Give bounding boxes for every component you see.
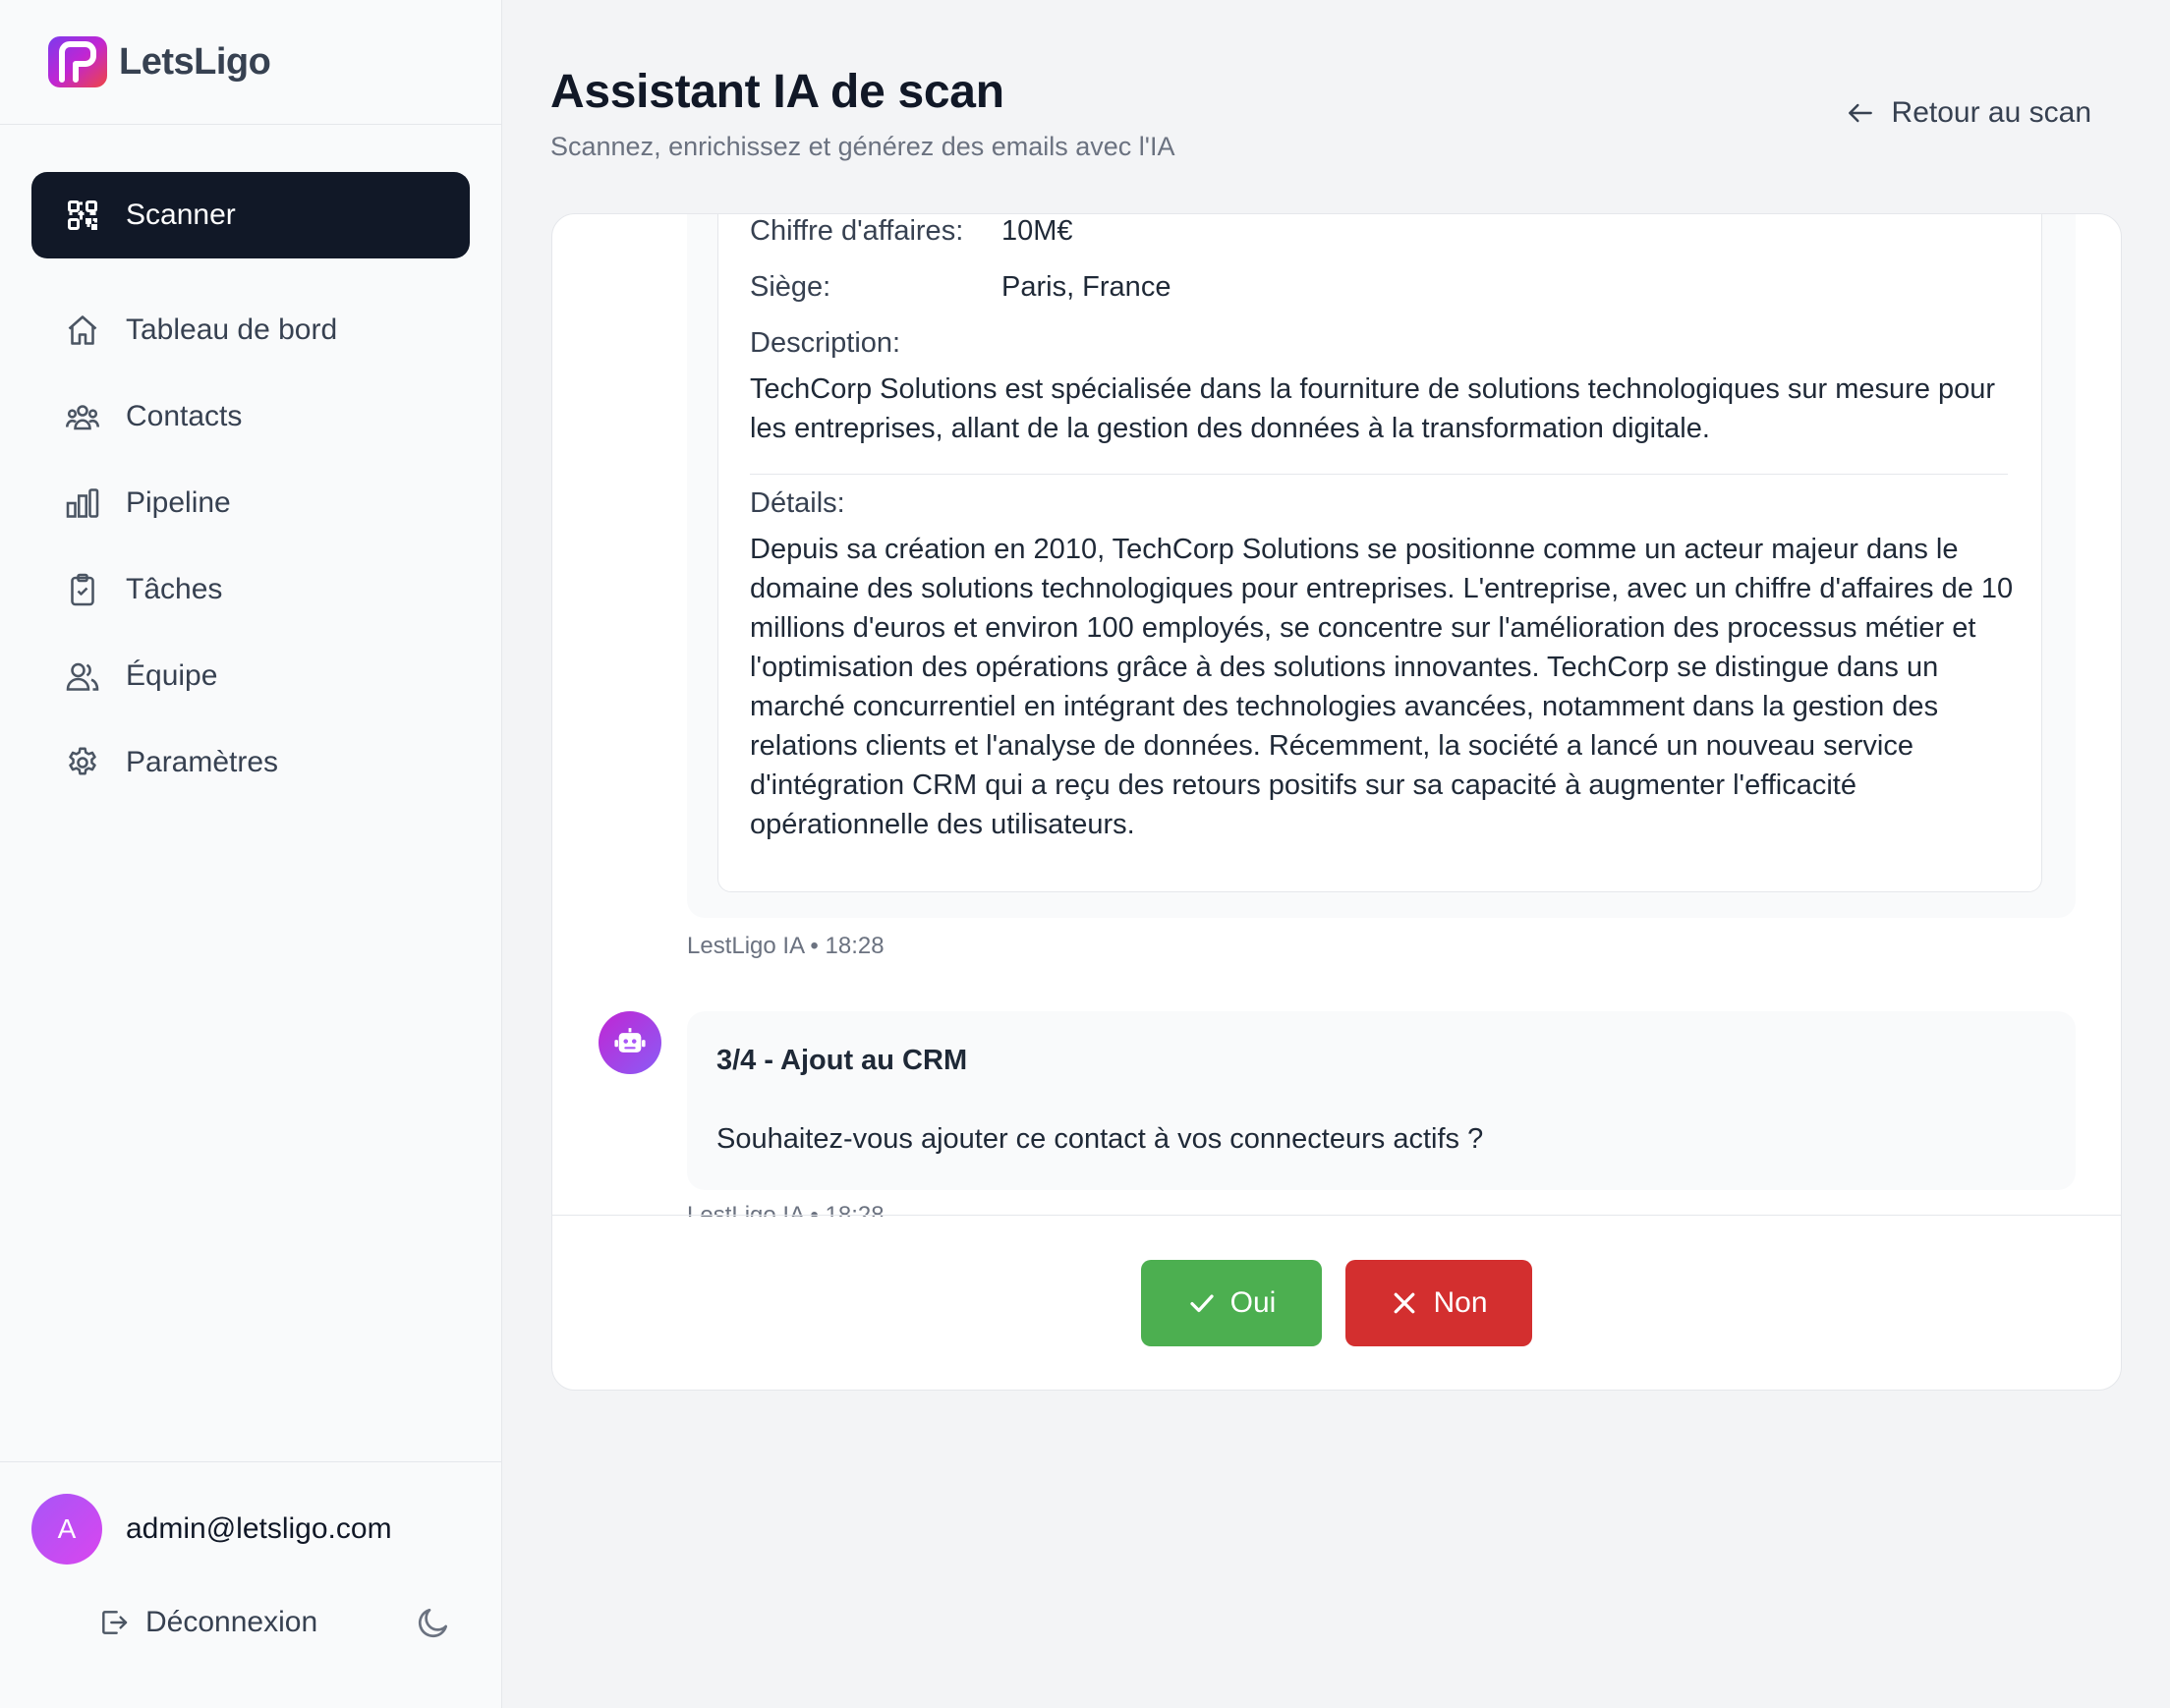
clipboard-check-icon [71,573,94,606]
logout-label: Déconnexion [145,1606,318,1638]
logout-button[interactable]: Déconnexion [98,1606,317,1639]
letsligo-logo-icon [48,36,107,87]
close-icon [1395,1292,1415,1313]
brand[interactable]: LetsLigo [0,0,501,125]
sidebar-item-scanner[interactable]: Scanner [31,172,470,258]
sidebar-item-team[interactable]: Équipe [31,633,470,719]
logout-icon [102,1611,128,1634]
home-icon [68,315,97,345]
sidebar-footer: A admin@letsligo.com Déconnexion [0,1461,501,1708]
assistant-message: 3/4 - Ajout au CRM Souhaitez-vous ajoute… [687,1011,2076,1190]
sidebar-item-label: Tâches [126,573,223,605]
company-info-card: Chiffre d'affaires: 10M€ Siège: Paris, F… [717,214,2042,892]
hq-value: Paris, France [1001,271,1171,303]
divider [750,474,2008,475]
chat-panel: Chiffre d'affaires: 10M€ Siège: Paris, F… [551,213,2122,1391]
sidebar-item-pipeline[interactable]: Pipeline [31,460,470,546]
sidebar-item-label: Pipeline [126,486,231,519]
brand-name: LetsLigo [119,40,271,83]
bot-avatar [599,1011,661,1074]
user-email: admin@letsligo.com [126,1512,392,1545]
revenue-row: Chiffre d'affaires: 10M€ [750,215,1073,248]
details-text: Depuis sa création en 2010, TechCorp Sol… [750,534,2014,840]
gear-icon [69,747,96,775]
sidebar-item-label: Équipe [126,659,218,692]
moon-icon[interactable] [415,1604,452,1641]
yes-button[interactable]: Oui [1141,1259,1322,1346]
back-to-scan-label: Retour au scan [1891,96,2091,129]
user-profile[interactable]: A admin@letsligo.com [0,1462,501,1565]
description-label: Description: [750,327,901,359]
page-title: Assistant IA de scan [550,66,1004,118]
back-to-scan-link[interactable]: Retour au scan [1845,96,2091,130]
check-icon [1190,1294,1214,1312]
message-text: Souhaitez-vous ajouter ce contact à vos … [716,1123,1484,1155]
hq-row: Siège: Paris, France [750,271,1171,304]
users-icon [65,405,100,430]
avatar: A [31,1494,102,1565]
chat-messages[interactable]: Chiffre d'affaires: 10M€ Siège: Paris, F… [552,214,2121,1217]
yes-label: Oui [1229,1285,1277,1319]
sidebar-item-contacts[interactable]: Contacts [31,373,470,460]
description-text: TechCorp Solutions est spécialisée dans … [750,373,1996,444]
sidebar-item-label: Tableau de bord [126,313,338,346]
no-label: Non [1433,1285,1488,1319]
sidebar-item-label: Scanner [126,199,236,231]
revenue-label: Chiffre d'affaires: [750,215,964,247]
message-title: 3/4 - Ajout au CRM [716,1045,968,1076]
arrow-left-icon [1848,103,1872,123]
sidebar-item-settings[interactable]: Paramètres [31,719,470,806]
details-label: Détails: [750,487,845,519]
sidebar-nav: Scanner Tableau de bord Contacts Pipelin… [0,125,501,806]
chat-actions: Oui Non [552,1215,2121,1390]
revenue-value: 10M€ [1001,215,1073,247]
team-icon [66,662,99,691]
robot-icon [614,1028,646,1053]
sidebar-item-tasks[interactable]: Tâches [31,546,470,633]
sidebar-item-dashboard[interactable]: Tableau de bord [31,287,470,373]
sidebar: LetsLigo Scanner Tableau de bord Contact [0,0,502,1708]
sidebar-item-label: Paramètres [126,746,279,778]
main-content: Assistant IA de scan Scannez, enrichisse… [503,0,2170,1708]
bar-chart-icon [66,488,99,518]
no-button[interactable]: Non [1345,1259,1532,1346]
qr-scan-icon [68,200,97,230]
hq-label: Siège: [750,271,831,303]
message-meta: LestLigo IA • 18:28 [687,933,885,959]
page-subtitle: Scannez, enrichissez et générez des emai… [550,132,1175,161]
sidebar-item-label: Contacts [126,400,243,432]
